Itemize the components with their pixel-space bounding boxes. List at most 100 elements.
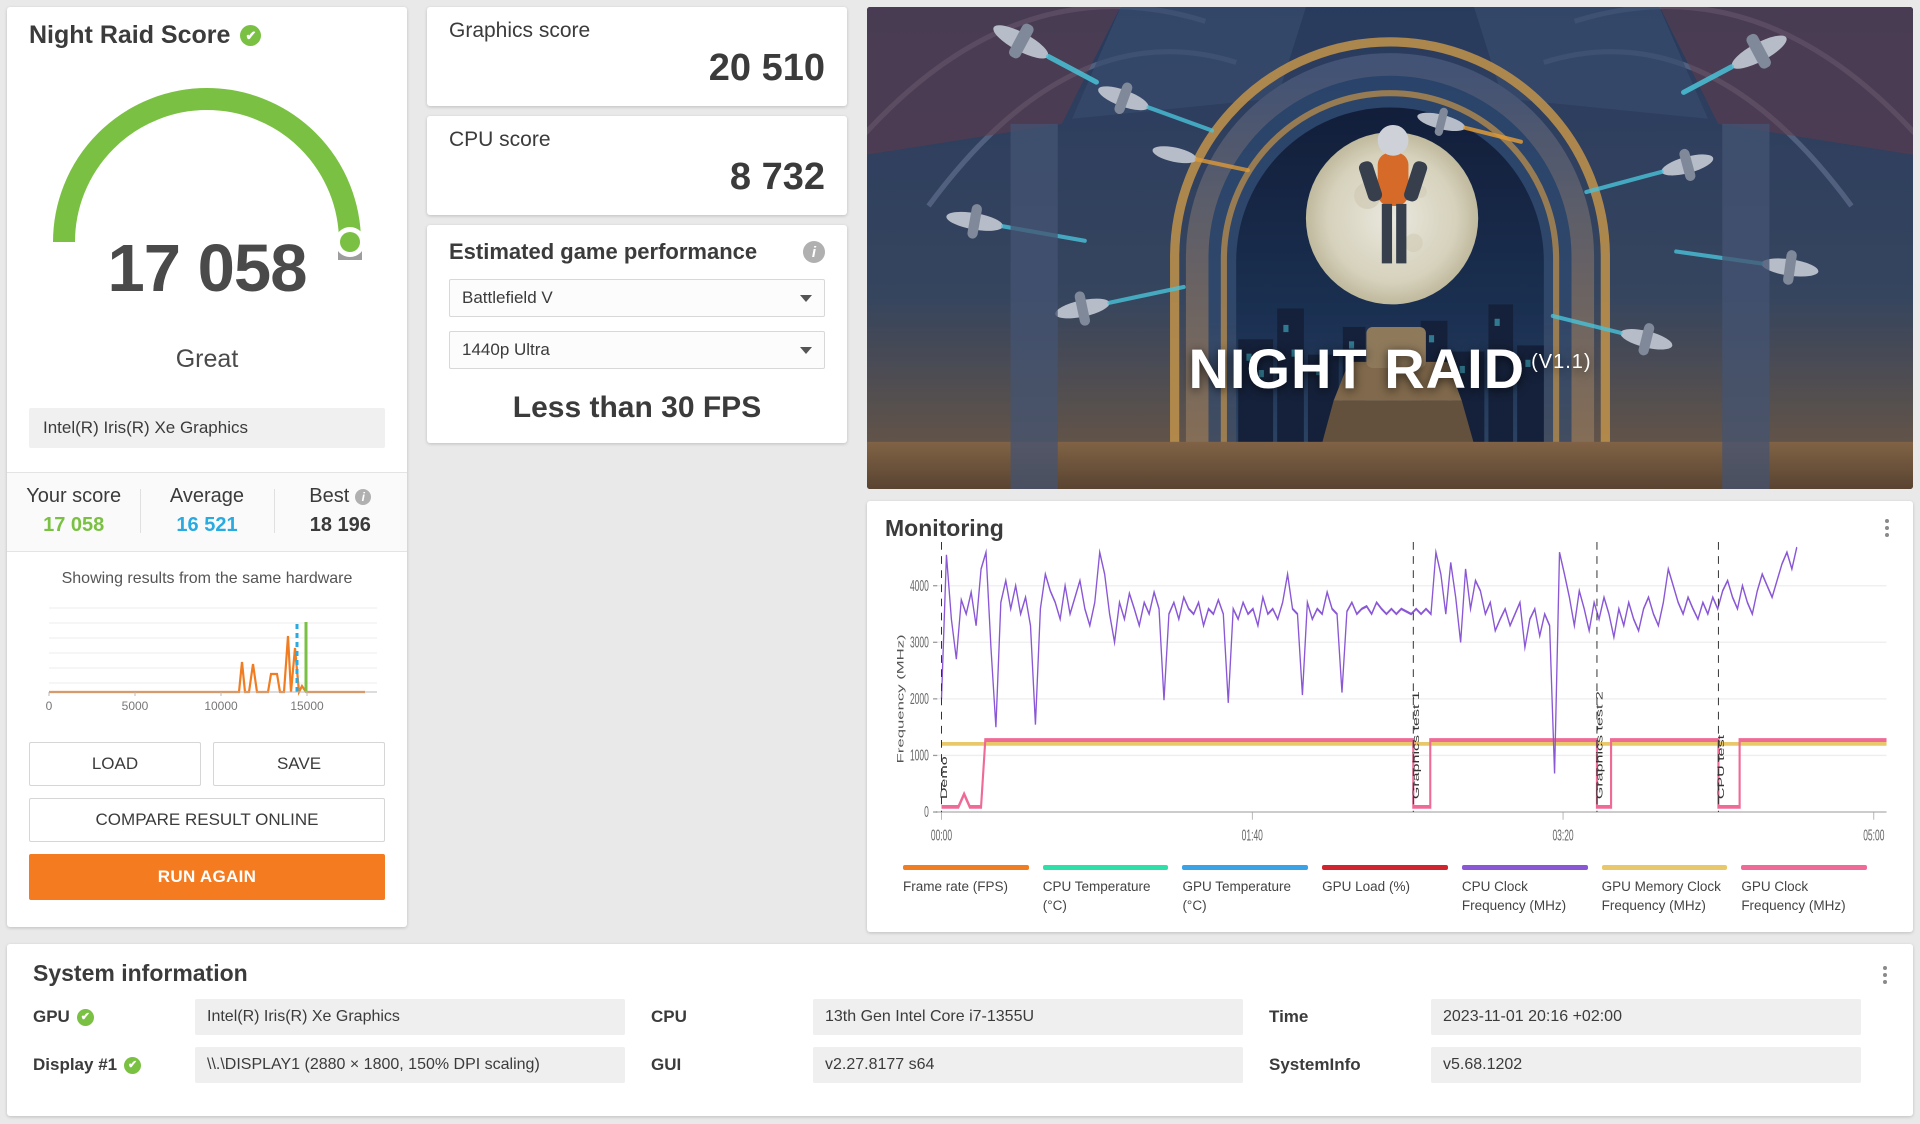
system-info-value: v2.27.8177 s64	[813, 1047, 1243, 1083]
score-gpu-name: Intel(R) Iris(R) Xe Graphics	[29, 408, 385, 448]
legend-item[interactable]: GPU Temperature (°C)	[1182, 864, 1322, 916]
run-again-button[interactable]: RUN AGAIN	[29, 854, 385, 900]
game-select-value: Battlefield V	[462, 288, 553, 307]
estimated-game-performance-header: Estimated game performance i	[449, 239, 825, 265]
monitoring-legend: Frame rate (FPS) CPU Temperature (°C) GP…	[885, 861, 1895, 922]
system-info-value: 13th Gen Intel Core i7-1355U	[813, 999, 1243, 1035]
system-info-value: v5.68.1202	[1431, 1047, 1861, 1083]
score-distribution-histogram: 0 5000 10000 15000	[25, 596, 389, 726]
legend-item[interactable]: CPU Temperature (°C)	[1042, 864, 1183, 916]
x-tick-0000: 00:00	[931, 827, 952, 844]
system-information-card: System information GPU ✔ Intel(R) Iris(R…	[7, 944, 1913, 1116]
cpu-score-value: 8 732	[729, 156, 825, 198]
system-info-row-cpu: CPU 13th Gen Intel Core i7-1355U	[651, 999, 1243, 1035]
cpu-score-card: CPU score 8 732	[427, 116, 847, 215]
system-info-row-gpu: GPU ✔ Intel(R) Iris(R) Xe Graphics	[33, 999, 625, 1035]
system-info-column-3: Time 2023-11-01 20:16 +02:00 SystemInfo …	[1269, 999, 1887, 1083]
histogram-tick-15000: 15000	[290, 699, 324, 713]
system-info-value: \\.\DISPLAY1 (2880 × 1800, 150% DPI scal…	[195, 1047, 625, 1083]
best-score-label-wrap: Best i	[274, 485, 407, 508]
hero-artwork	[867, 7, 1913, 489]
y-tick-4000: 4000	[910, 577, 929, 594]
kebab-menu-icon[interactable]	[1877, 962, 1893, 988]
estimated-game-performance-card: Estimated game performance i Battlefield…	[427, 225, 847, 443]
graphics-score-value: 20 510	[708, 47, 825, 89]
legend-label: GPU Temperature (°C)	[1182, 878, 1291, 914]
best-score-cell: Best i 18 196	[273, 485, 407, 537]
system-info-row-time: Time 2023-11-01 20:16 +02:00	[1269, 999, 1861, 1035]
system-info-key: CPU	[651, 1007, 801, 1027]
average-score-cell: Average 16 521	[140, 485, 273, 537]
legend-item[interactable]: CPU Clock Frequency (MHz)	[1461, 864, 1602, 916]
preset-select-value: 1440p Ultra	[462, 340, 550, 359]
info-icon[interactable]: i	[803, 241, 825, 263]
system-info-value: 2023-11-01 20:16 +02:00	[1431, 999, 1861, 1035]
preset-select[interactable]: 1440p Ultra	[449, 331, 825, 369]
system-info-key: SystemInfo	[1269, 1055, 1419, 1075]
right-column: NIGHT RAID (V1.1) Monitoring 4000 3000 2…	[867, 7, 1913, 932]
hardware-note: Showing results from the same hardware	[61, 570, 353, 587]
average-score-label: Average	[169, 485, 245, 507]
save-button[interactable]: SAVE	[213, 742, 385, 786]
monitoring-title: Monitoring	[885, 515, 1004, 541]
game-select[interactable]: Battlefield V	[449, 279, 825, 317]
app-root: Night Raid Score ✔ 17 058 Great Intel(R)…	[0, 0, 1920, 1124]
legend-item[interactable]: GPU Clock Frequency (MHz)	[1741, 864, 1881, 916]
legend-label: GPU Memory Clock Frequency (MHz)	[1601, 878, 1721, 914]
cpu-score-label: CPU score	[449, 128, 551, 151]
legend-color-gpu-load	[1322, 864, 1448, 870]
load-save-row: LOAD SAVE	[29, 742, 385, 786]
legend-label: GPU Load (%)	[1322, 878, 1410, 894]
hero-title: NIGHT RAID (V1.1)	[867, 336, 1913, 401]
check-badge-icon: ✔	[240, 25, 262, 46]
system-info-key: Time	[1269, 1007, 1419, 1027]
system-info-column-2: CPU 13th Gen Intel Core i7-1355U GUI v2.…	[651, 999, 1269, 1083]
y-tick-0: 0	[924, 804, 929, 821]
system-info-key-label: GUI	[651, 1055, 682, 1074]
histogram-tick-5000: 5000	[122, 699, 149, 713]
legend-item[interactable]: GPU Load (%)	[1322, 864, 1462, 916]
night-raid-hero-image: NIGHT RAID (V1.1)	[867, 7, 1913, 489]
y-tick-3000: 3000	[910, 634, 929, 651]
score-actions: LOAD SAVE COMPARE RESULT ONLINE RUN AGAI…	[7, 726, 407, 900]
score-rating: Great	[175, 345, 239, 373]
load-button[interactable]: LOAD	[29, 742, 201, 786]
average-score-value: 16 521	[176, 514, 238, 536]
legend-color-cpu-clock	[1461, 864, 1588, 870]
x-tick-0140: 01:40	[1242, 827, 1263, 844]
score-gauge: 17 058 Great	[7, 60, 407, 373]
graphics-score-card: Graphics score 20 510	[427, 7, 847, 106]
marker-label-cpu-test: CPU test	[1716, 734, 1726, 799]
system-info-key-label: Time	[1269, 1007, 1309, 1026]
legend-label: CPU Temperature (°C)	[1042, 878, 1151, 914]
system-info-row-display: Display #1 ✔ \\.\DISPLAY1 (2880 × 1800, …	[33, 1047, 625, 1083]
info-icon[interactable]: i	[355, 488, 372, 505]
y-axis-label: Frequency (MHz)	[895, 634, 905, 763]
monitoring-chart: 4000 3000 2000 1000 0 Frequency (MHz) 00…	[885, 542, 1895, 861]
compare-result-online-button[interactable]: COMPARE RESULT ONLINE	[29, 798, 385, 842]
estimated-game-performance-title: Estimated game performance	[449, 239, 758, 264]
legend-color-gpu-temperature	[1182, 864, 1309, 870]
histogram-tick-0: 0	[46, 699, 53, 713]
system-info-row-gui: GUI v2.27.8177 s64	[651, 1047, 1243, 1083]
best-score-label: Best	[309, 485, 350, 507]
estimated-fps-result: Less than 30 FPS	[512, 391, 762, 424]
monitoring-chart-svg: 4000 3000 2000 1000 0 Frequency (MHz) 00…	[895, 542, 1887, 844]
scores-column: Graphics score 20 510 CPU score 8 732 Es…	[427, 7, 847, 932]
legend-color-gpu-clock	[1741, 864, 1868, 870]
x-tick-0320: 03:20	[1552, 827, 1573, 844]
score-value: 17 058	[107, 231, 308, 306]
legend-item[interactable]: GPU Memory Clock Frequency (MHz)	[1601, 864, 1742, 916]
system-info-column-1: GPU ✔ Intel(R) Iris(R) Xe Graphics Displ…	[33, 999, 651, 1083]
hero-title-text: NIGHT RAID	[1188, 337, 1526, 400]
score-card-title: Night Raid Score ✔	[7, 7, 407, 54]
y-tick-1000: 1000	[910, 747, 929, 764]
kebab-menu-icon[interactable]	[1879, 515, 1895, 541]
top-section: Night Raid Score ✔ 17 058 Great Intel(R)…	[7, 7, 1913, 932]
legend-item[interactable]: Frame rate (FPS)	[903, 864, 1043, 916]
legend-color-cpu-temperature	[1042, 864, 1169, 870]
legend-label: GPU Clock Frequency (MHz)	[1741, 878, 1846, 914]
score-title-text: Night Raid Score	[29, 21, 231, 49]
check-badge-icon: ✔	[76, 1008, 94, 1026]
system-info-key-label: SystemInfo	[1269, 1055, 1361, 1074]
